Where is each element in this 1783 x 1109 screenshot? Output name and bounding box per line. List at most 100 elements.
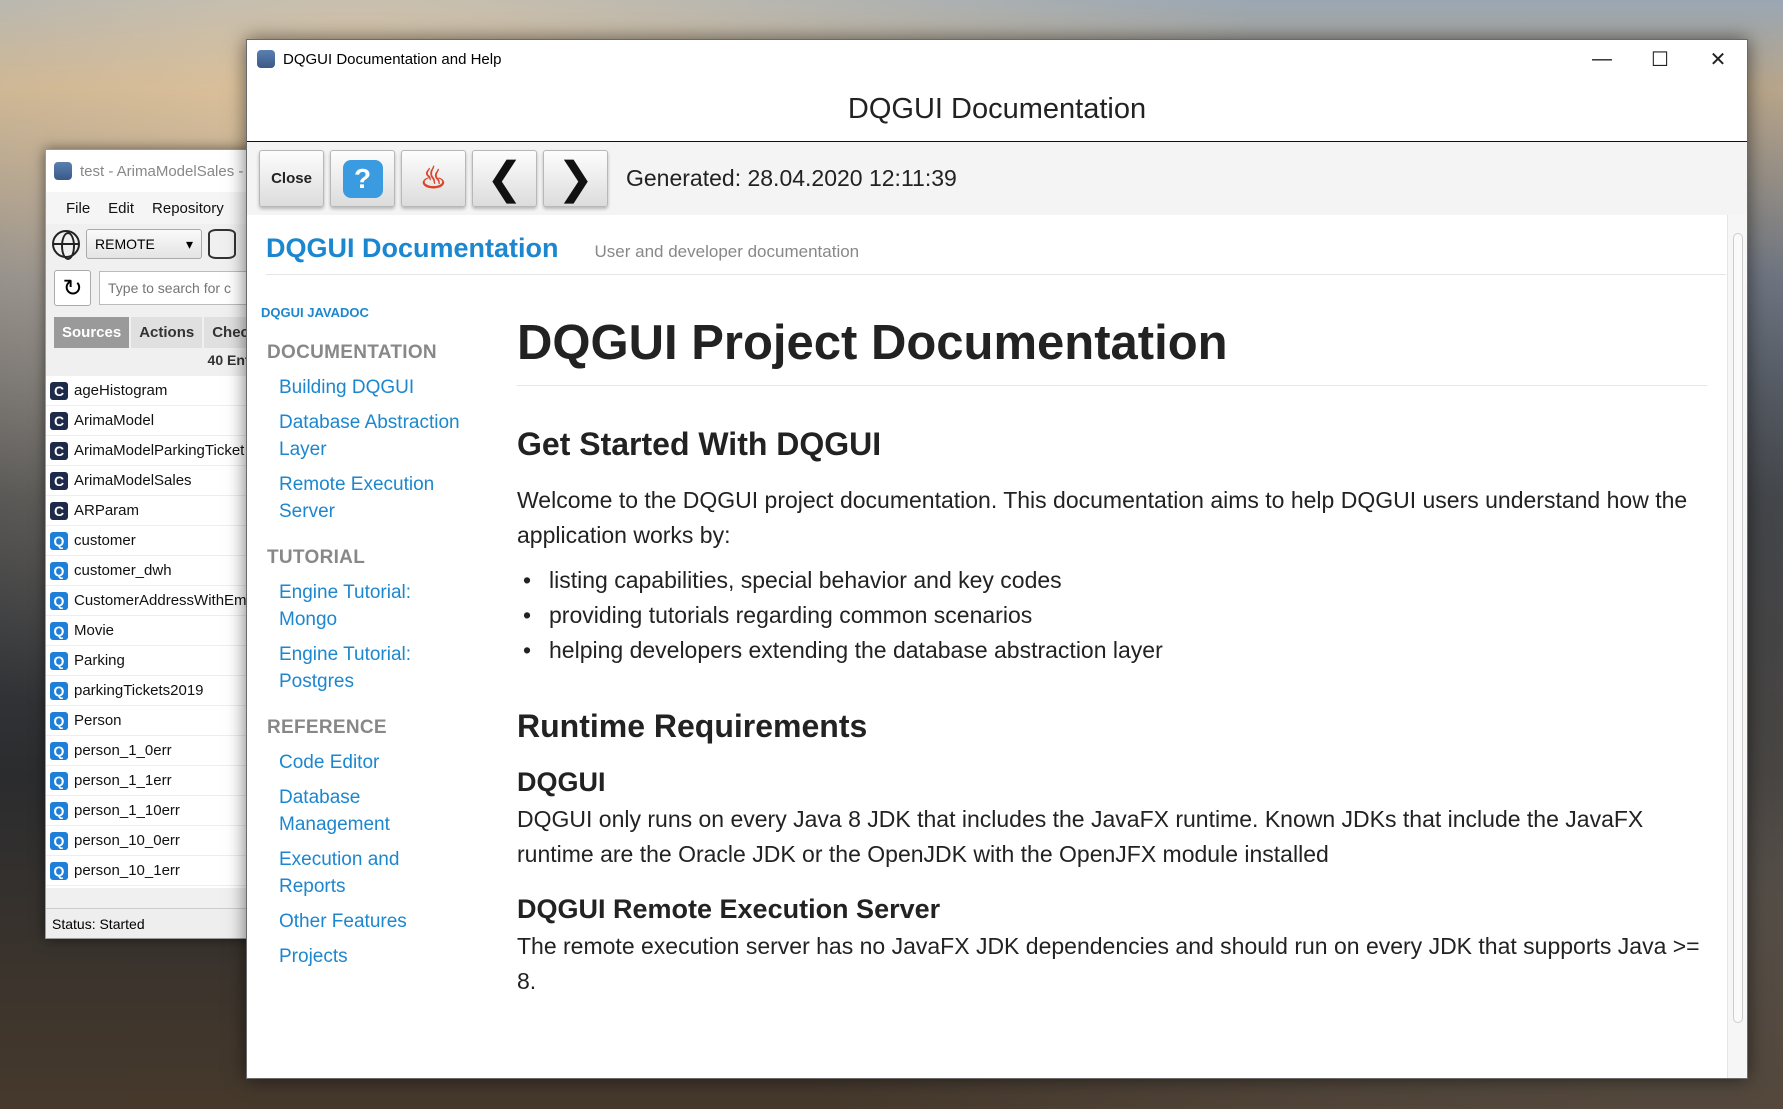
background-app-window[interactable]: test - ArimaModelSales - File Edit Repos…	[45, 149, 260, 939]
list-item-label: person_1_10err	[74, 802, 180, 819]
nav-link-database-management[interactable]: Database Management	[279, 784, 469, 838]
nav-link-code-editor[interactable]: Code Editor	[279, 749, 469, 776]
list-item[interactable]: Qperson_1_1err	[46, 766, 259, 796]
documentation-window[interactable]: DQGUI Documentation and Help — ☐ ✕ DQGUI…	[246, 39, 1748, 1079]
database-settings-icon[interactable]	[208, 229, 236, 259]
list-item[interactable]: C ARParam	[46, 496, 259, 526]
query-icon: Q	[50, 801, 68, 820]
search-row: ↻	[46, 264, 259, 312]
help-toolbar: Close ? ♨ ❮ ❯ Generated: 28.04.2020 12:1…	[247, 142, 1747, 215]
query-icon: Q	[50, 831, 68, 850]
connection-select-value: REMOTE	[95, 236, 155, 252]
class-icon: C	[50, 471, 68, 490]
list-item[interactable]: QparkingTickets2019	[46, 676, 259, 706]
search-input[interactable]	[99, 271, 259, 305]
server-paragraph: The remote execution server has no JavaF…	[517, 933, 1700, 994]
menu-file[interactable]: File	[66, 200, 90, 217]
query-icon: Q	[50, 561, 68, 580]
list-item[interactable]: Qcustomer	[46, 526, 259, 556]
class-icon: C	[50, 441, 68, 460]
maximize-button[interactable]: ☐	[1631, 40, 1689, 78]
list-item[interactable]: Q Person	[46, 706, 259, 736]
nav-section-reference: REFERENCE	[267, 717, 387, 738]
refresh-button[interactable]: ↻	[54, 270, 91, 306]
tab-actions[interactable]: Actions	[131, 316, 203, 348]
sources-list[interactable]: CageHistogram C ArimaModel C ArimaModelParki…	[46, 376, 259, 888]
list-item[interactable]: C ArimaModel	[46, 406, 259, 436]
list-item-label: person_1_0err	[74, 742, 172, 759]
connection-select[interactable]: REMOTE ▾	[86, 229, 202, 259]
tab-sources[interactable]: Sources	[54, 316, 130, 348]
query-icon: Q	[50, 591, 68, 610]
javadoc-button[interactable]: ♨	[401, 150, 466, 207]
site-brand-link[interactable]: DQGUI Documentation	[266, 233, 559, 264]
list-item[interactable]: CageHistogram	[46, 376, 259, 406]
list-item-label: person_1_1err	[74, 772, 172, 789]
minimize-button[interactable]: —	[1573, 40, 1631, 78]
back-tabs: Sources Actions Check	[46, 312, 259, 352]
nav-link-projects[interactable]: Projects	[279, 943, 469, 970]
list-item-label: parkingTickets2019	[74, 682, 204, 699]
query-icon: Q	[50, 861, 68, 880]
nav-section-documentation: DOCUMENTATION	[267, 342, 437, 363]
query-icon: Q	[50, 681, 68, 700]
entries-count: 40 Entr	[207, 352, 255, 368]
list-item[interactable]: Qperson_1_0err	[46, 736, 259, 766]
list-item[interactable]: Q CustomerAddressWithEm	[46, 586, 259, 616]
help-icon: ?	[342, 159, 383, 198]
nav-section-tutorial: TUTORIAL	[267, 547, 366, 568]
close-button[interactable]: Close	[259, 150, 324, 207]
query-icon: Q	[50, 771, 68, 790]
status-bar: Status: Started	[46, 908, 259, 938]
vertical-scrollbar[interactable]	[1727, 215, 1747, 1078]
javadoc-link[interactable]: DQGUI JAVADOC	[261, 305, 461, 320]
site-tagline: User and developer documentation	[594, 242, 860, 261]
list-item[interactable]: Qperson_10_1err	[46, 856, 259, 886]
nav-link-database-abstraction[interactable]: Database Abstraction Layer	[279, 409, 469, 463]
dqgui-heading: DQGUI	[517, 767, 606, 797]
globe-icon[interactable]	[52, 230, 80, 260]
window-controls: — ☐ ✕	[1573, 40, 1747, 78]
forward-button[interactable]: ❯	[543, 150, 608, 207]
class-icon: C	[50, 381, 68, 400]
capabilities-list: listing capabilities, special behavior a…	[517, 563, 1707, 668]
list-item[interactable]: C ArimaModelSales	[46, 466, 259, 496]
refresh-icon: ↻	[62, 274, 83, 302]
chevron-down-icon: ▾	[185, 235, 193, 252]
documentation-header: DQGUI Documentation	[247, 78, 1747, 142]
back-toolbar: REMOTE ▾	[46, 224, 259, 264]
list-item-label: ArimaModel	[74, 412, 155, 429]
list-item[interactable]: Q Parking	[46, 646, 259, 676]
list-item[interactable]: Qperson_10_0err	[46, 826, 259, 856]
back-window-title: test - ArimaModelSales -	[80, 162, 244, 180]
list-item-label: Person	[74, 712, 122, 729]
list-item[interactable]: Qperson_1_10err	[46, 796, 259, 826]
nav-link-tutorial-postgres[interactable]: Engine Tutorial: Postgres	[279, 641, 469, 695]
java-icon: ♨	[420, 161, 447, 195]
close-window-button[interactable]: ✕	[1689, 40, 1747, 78]
server-heading: DQGUI Remote Execution Server	[517, 894, 941, 924]
nav-link-execution-reports[interactable]: Execution and Reports	[279, 846, 469, 900]
list-item[interactable]: Qcustomer_dwh	[46, 556, 259, 586]
nav-link-other-features[interactable]: Other Features	[279, 908, 469, 935]
scrollbar-thumb[interactable]	[1733, 233, 1743, 1023]
back-button[interactable]: ❮	[472, 150, 537, 207]
list-item[interactable]: C ArimaModelParkingTicket	[46, 436, 259, 466]
list-item-label: ArimaModelParkingTicket	[74, 442, 245, 459]
menu-edit[interactable]: Edit	[108, 200, 134, 217]
back-window-title-bar[interactable]: test - ArimaModelSales -	[46, 150, 259, 192]
menu-repository[interactable]: Repository	[152, 200, 224, 217]
window-title-bar[interactable]: DQGUI Documentation and Help — ☐ ✕	[247, 40, 1747, 78]
nav-link-remote-execution[interactable]: Remote Execution Server	[279, 471, 469, 525]
list-item-label: ageHistogram	[74, 382, 168, 399]
documentation-content[interactable]: DQGUI Documentation User and developer d…	[247, 215, 1729, 1078]
site-header: DQGUI Documentation User and developer d…	[266, 233, 1726, 275]
list-item[interactable]: Q Movie	[46, 616, 259, 646]
nav-link-building[interactable]: Building DQGUI	[279, 374, 469, 401]
nav-link-tutorial-mongo[interactable]: Engine Tutorial: Mongo	[279, 579, 469, 633]
chevron-left-icon: ❮	[486, 153, 523, 203]
get-started-heading: Get Started With DQGUI	[517, 426, 882, 462]
chevron-right-icon: ❯	[557, 153, 594, 203]
help-button[interactable]: ?	[330, 150, 395, 207]
list-item-label: customer	[74, 532, 136, 549]
